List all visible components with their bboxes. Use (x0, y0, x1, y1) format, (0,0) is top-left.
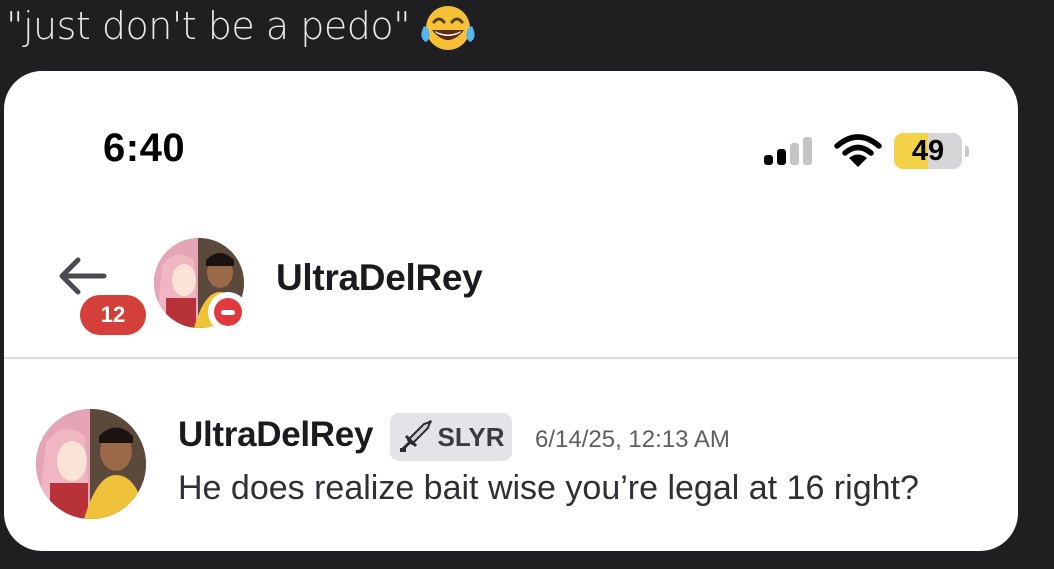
status-bar-time: 6:40 (103, 126, 186, 170)
back-arrow-icon[interactable] (56, 254, 108, 298)
message-author-name[interactable]: UltraDelRey (178, 415, 373, 455)
sword-icon (398, 419, 434, 454)
phone-screenshot: 6:40 49 12 UltraDelRey UltraDelRey SLYR … (4, 71, 1018, 551)
tweet-caption: "just don't be a pedo" (6, 0, 476, 56)
tag-label: SLYR (437, 421, 505, 452)
tears-of-joy-emoji-icon (420, 2, 476, 54)
message-content: He does realize bait wise you’re legal a… (178, 469, 919, 507)
caption-text: "just don't be a pedo" (6, 4, 411, 48)
battery-indicator: 49 (894, 133, 974, 169)
message-author-avatar[interactable] (36, 409, 146, 519)
header-divider (4, 357, 1018, 359)
message-timestamp: 6/14/25, 12:13 AM (535, 426, 730, 453)
dnd-status-icon (208, 292, 248, 332)
dm-header-username[interactable]: UltraDelRey (276, 257, 483, 299)
battery-tip (965, 146, 969, 157)
unread-count-badge: 12 (80, 295, 146, 335)
wifi-icon (834, 134, 882, 168)
cellular-signal-icon (762, 137, 818, 165)
battery-percent: 49 (894, 133, 962, 169)
guild-tag-badge[interactable]: SLYR (390, 413, 512, 461)
